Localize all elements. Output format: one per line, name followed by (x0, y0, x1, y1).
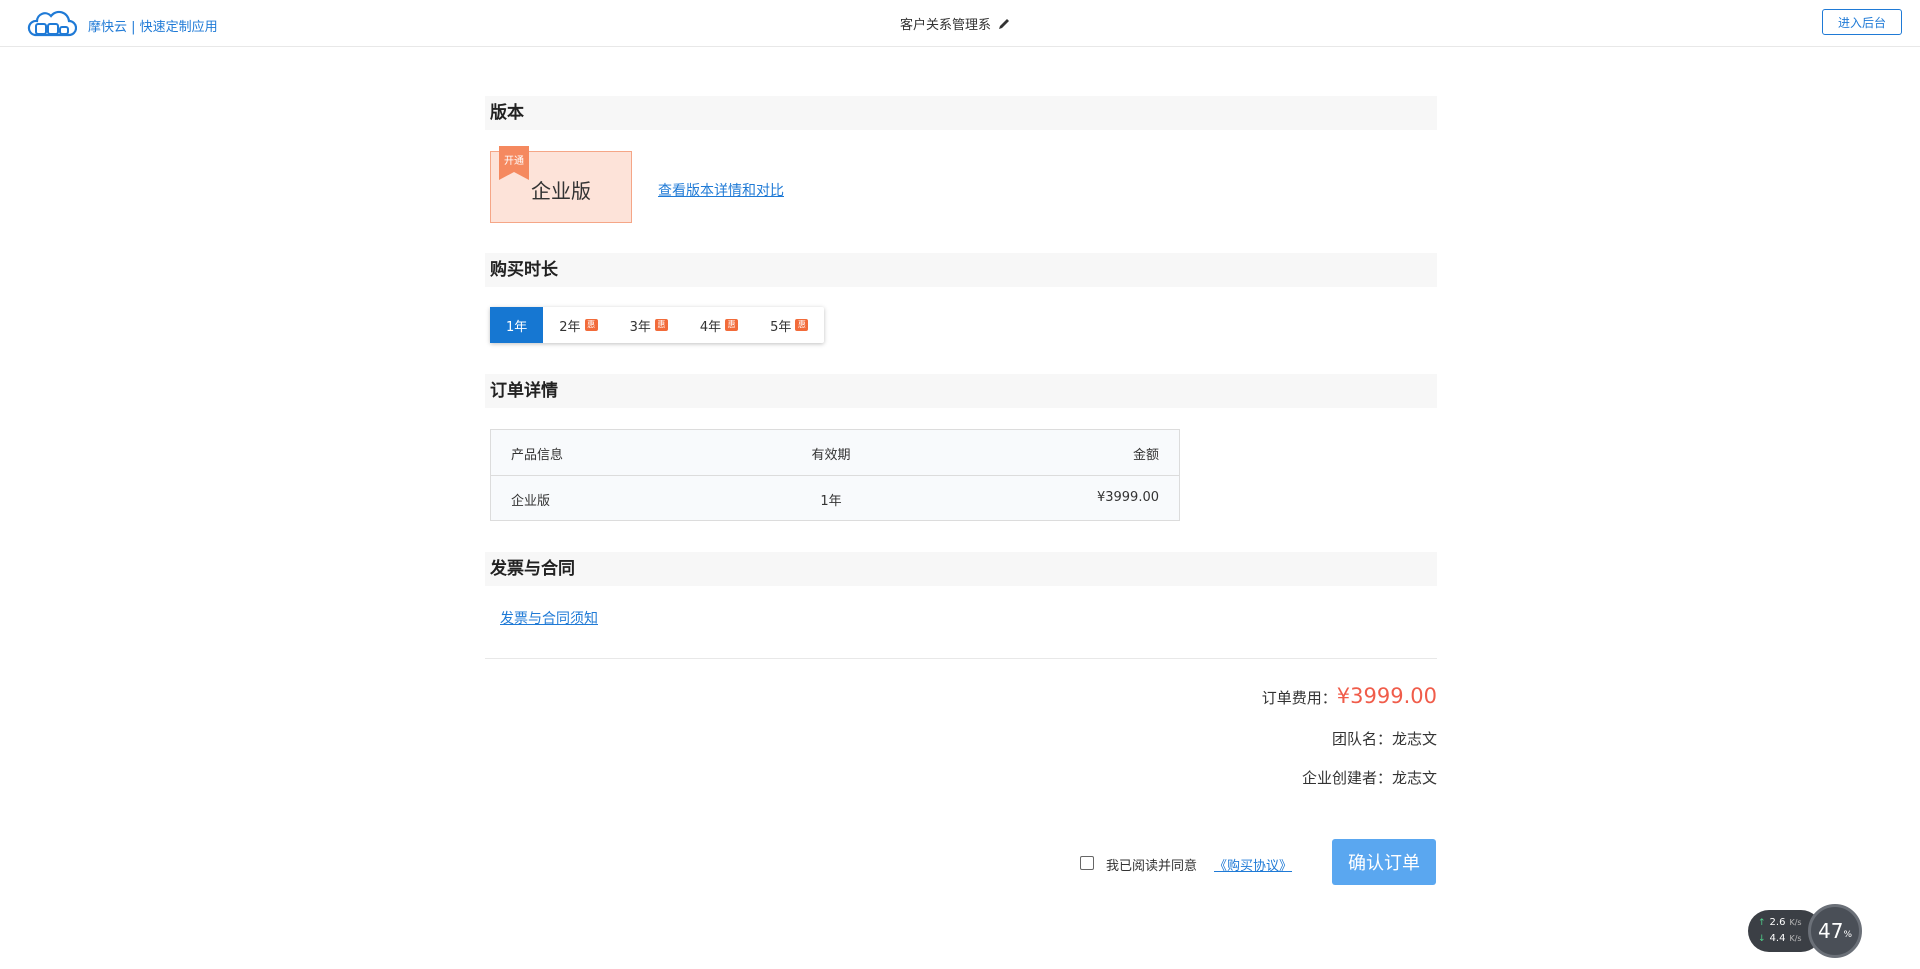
order-table: 产品信息 有效期 金额 企业版 1年 ¥3999.00 (490, 429, 1180, 521)
download-speed: ↓ 4.4 K/s (1758, 933, 1802, 944)
table-cell: ¥3999.00 (1096, 490, 1159, 505)
arrow-down-icon: ↓ (1758, 933, 1766, 944)
upload-speed-value: 2.6 (1769, 917, 1786, 928)
discount-badge-icon: 惠 (725, 319, 739, 331)
table-header-cell: 金额 (1132, 448, 1159, 463)
duration-tab-4y[interactable]: 4年 惠 (684, 307, 754, 343)
pencil-edit-icon[interactable] (997, 17, 1011, 31)
duration-tab-label: 5年 (770, 319, 792, 335)
section-invoice-heading: 发票与合同 (485, 552, 1437, 586)
speed-unit: K/s (1789, 934, 1802, 943)
divider (485, 658, 1437, 659)
section-duration-heading: 购买时长 (485, 253, 1437, 287)
duration-tab-1y[interactable]: 1年 (490, 307, 544, 343)
creator-value: 龙志文 (1391, 769, 1437, 787)
company-creator: 企业创建者：龙志文 (1302, 767, 1437, 788)
creator-label: 企业创建者： (1301, 769, 1392, 787)
memory-usage-gauge: 47% (1808, 904, 1862, 958)
duration-tab-3y[interactable]: 3年 惠 (614, 307, 684, 343)
confirm-order-button[interactable]: 确认订单 (1332, 839, 1436, 885)
table-row: 企业版 1年 ¥3999.00 (491, 476, 1179, 521)
team-name: 团队名：龙志文 (1332, 728, 1437, 749)
duration-tab-2y[interactable]: 2年 惠 (543, 307, 613, 343)
arrow-up-icon: ↑ (1758, 917, 1766, 928)
discount-badge-icon: 惠 (584, 319, 598, 331)
edition-name: 企业版 (531, 179, 591, 203)
network-speed-widget[interactable]: ↑ 2.6 K/s ↓ 4.4 K/s 47% (1748, 904, 1864, 958)
purchase-agreement-link[interactable]: 《购买协议》 (1214, 855, 1292, 874)
table-header-cell: 有效期 (811, 448, 851, 463)
enter-backend-button[interactable]: 进入后台 (1822, 9, 1902, 35)
upload-speed: ↑ 2.6 K/s (1758, 917, 1802, 928)
ribbon-label: 开通 (504, 156, 524, 167)
order-fee: 订单费用：¥3999.00 (1262, 684, 1437, 708)
discount-badge-icon: 惠 (654, 319, 668, 331)
usage-percent: 47 (1817, 919, 1844, 943)
edition-card-enterprise[interactable]: 开通 企业版 (490, 146, 632, 223)
download-speed-value: 4.4 (1769, 933, 1786, 944)
table-header-row: 产品信息 有效期 金额 (491, 430, 1179, 476)
discount-badge-icon: 惠 (795, 319, 809, 331)
app-title-text: 客户关系管理系 (900, 18, 992, 33)
duration-tab-label: 1年 (506, 319, 528, 335)
section-edition-heading: 版本 (485, 96, 1437, 130)
top-bar: 摩快云 | 快速定制应用 客户关系管理系 进入后台 (0, 0, 1920, 47)
section-order-heading: 订单详情 (485, 374, 1437, 408)
order-fee-label: 订单费用： (1261, 689, 1337, 707)
table-header-cell: 产品信息 (511, 448, 564, 463)
duration-tab-label: 3年 (629, 319, 651, 335)
cloud-logo-icon[interactable] (27, 7, 77, 39)
duration-tabs: 1年 2年 惠 3年 惠 4年 惠 5年 惠 (490, 307, 825, 343)
agreement-checkbox[interactable] (1080, 856, 1094, 870)
invoice-contract-link[interactable]: 发票与合同须知 (500, 608, 598, 628)
speed-unit: K/s (1789, 918, 1802, 927)
table-cell: 企业版 (511, 494, 551, 509)
team-name-label: 团队名： (1331, 730, 1392, 748)
duration-tab-5y[interactable]: 5年 惠 (754, 307, 824, 343)
brand-name[interactable]: 摩快云 | 快速定制应用 (88, 16, 218, 35)
table-cell: 1年 (820, 494, 842, 509)
duration-tab-label: 4年 (699, 319, 722, 335)
duration-tab-label: 2年 (559, 319, 581, 335)
app-title[interactable]: 客户关系管理系 (900, 14, 1011, 33)
team-name-value: 龙志文 (1391, 730, 1437, 748)
agreement-text: 我已阅读并同意 (1106, 859, 1198, 874)
edition-compare-link[interactable]: 查看版本详情和对比 (658, 180, 784, 200)
order-fee-value: ¥3999.00 (1336, 684, 1437, 708)
percent-sign: % (1843, 930, 1852, 940)
